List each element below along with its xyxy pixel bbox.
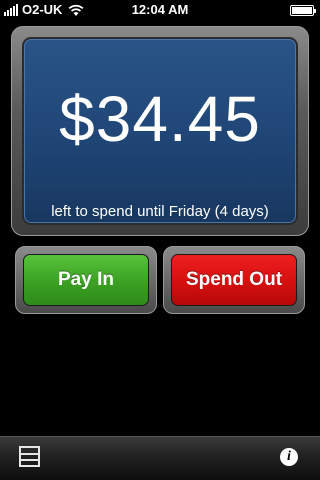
spend-out-button[interactable]: Spend Out <box>171 254 297 306</box>
balance-subtext: left to spend until Friday (4 days) <box>51 203 269 220</box>
status-bar: O2-UK 12:04 AM <box>0 0 320 20</box>
pay-in-button-frame: Pay In <box>15 246 157 314</box>
balance-panel: $34.45 left to spend until Friday (4 day… <box>22 37 298 225</box>
list-icon[interactable] <box>19 446 40 467</box>
spend-out-button-frame: Spend Out <box>163 246 305 314</box>
info-icon[interactable]: i <box>280 448 298 466</box>
pay-in-button[interactable]: Pay In <box>23 254 149 306</box>
clock: 12:04 AM <box>131 2 189 17</box>
balance-panel-frame: $34.45 left to spend until Friday (4 day… <box>11 26 309 236</box>
app-screen: O2-UK 12:04 AM $34.45 left to spend unti… <box>0 0 320 480</box>
balance-amount: $34.45 <box>59 83 261 155</box>
battery-fill <box>292 7 312 14</box>
battery-icon <box>290 5 316 16</box>
bottom-toolbar: i <box>0 436 320 480</box>
